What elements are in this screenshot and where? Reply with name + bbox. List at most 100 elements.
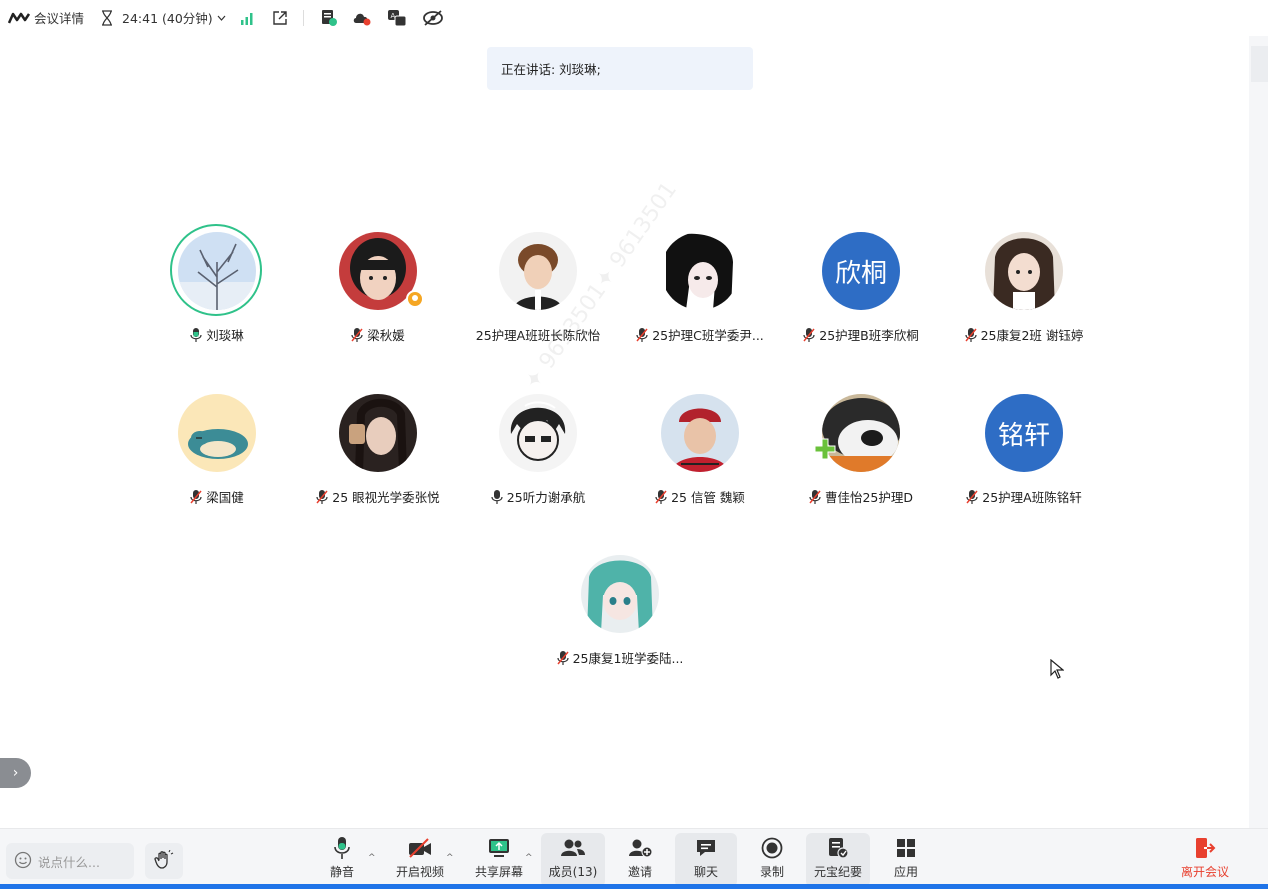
mic-muted-icon <box>557 650 569 665</box>
meeting-details-label: 会议详情 <box>34 11 85 26</box>
members-button[interactable]: 成员(13) <box>541 833 605 887</box>
mic-muted-icon <box>966 489 978 504</box>
participant-name: 25护理A班班长陈欣怡 <box>458 325 618 344</box>
side-panel-scrollbar[interactable] <box>1249 36 1268 828</box>
participant-tile[interactable]: 25护理A班班长陈欣怡 <box>458 226 618 346</box>
meeting-details-button[interactable]: 会议详情 <box>8 8 84 27</box>
share-link-icon[interactable] <box>272 10 288 26</box>
share-screen-button[interactable]: 共享屏幕 <box>468 833 530 887</box>
hourglass-icon <box>100 9 114 26</box>
mute-label: 静音 <box>329 865 354 879</box>
mute-options-caret[interactable]: ^ <box>368 853 376 863</box>
cloud-icon[interactable] <box>352 9 372 27</box>
mic-muted-icon <box>636 327 648 342</box>
leave-meeting-button[interactable]: 离开会议 <box>1170 833 1240 887</box>
participant-name: 梁秋媛 <box>298 325 458 344</box>
avatar-initials: 欣桐 <box>834 258 887 289</box>
active-speaker-banner: 正在讲话: 刘琰琳; <box>487 47 753 90</box>
mouse-pointer-icon <box>1050 658 1065 682</box>
video-options-caret[interactable]: ^ <box>446 853 454 863</box>
apps-label: 应用 <box>893 865 918 879</box>
start-video-button[interactable]: 开启视频 <box>389 833 451 887</box>
participant-tile[interactable]: 25 信管 魏颖 <box>620 388 780 508</box>
share-screen-label: 共享屏幕 <box>474 865 523 879</box>
avatar <box>178 232 256 310</box>
chat-placeholder: 说点什么... <box>38 854 100 870</box>
participant-tile[interactable]: 曹佳怡25护理D <box>781 388 941 508</box>
apps-grid-icon <box>896 833 916 863</box>
participant-tile[interactable]: 欣桐 25护理B班李欣桐 <box>781 226 941 346</box>
chevron-down-icon <box>217 15 226 21</box>
participant-name-label: 25听力谢承航 <box>506 490 586 505</box>
participant-tile[interactable]: 25护理C班学委尹... <box>620 226 780 346</box>
participant-name: 25 信管 魏颖 <box>620 487 780 506</box>
chat-label: 聊天 <box>693 865 718 879</box>
participant-tile[interactable]: 铭轩 25护理A班陈铭轩 <box>944 388 1104 508</box>
participant-name: 曹佳怡25护理D <box>781 487 941 506</box>
hidden-eye-icon[interactable] <box>422 10 444 26</box>
ai-notes-button[interactable]: 元宝纪要 <box>806 833 870 887</box>
avatar <box>499 232 577 310</box>
participant-tile[interactable]: 25 眼视光学委张悦 <box>298 388 458 508</box>
participant-name: 25康复2班 谢钰婷 <box>944 325 1104 344</box>
meeting-toolbar: 会议详情 24:41 (40分钟) A <box>0 0 1268 36</box>
invite-icon <box>628 833 652 863</box>
leave-meeting-label: 离开会议 <box>1180 865 1229 879</box>
participant-name-label: 25护理A班班长陈欣怡 <box>475 328 601 343</box>
participant-name-label: 25康复2班 谢钰婷 <box>980 328 1084 343</box>
avatar: 欣桐 <box>822 232 900 310</box>
invite-label: 邀请 <box>627 865 652 879</box>
avatar <box>339 394 417 472</box>
microphone-icon <box>333 833 351 863</box>
mic-on-icon <box>491 489 503 504</box>
mic-muted-icon <box>351 327 363 342</box>
participant-name: 刘琰琳 <box>137 325 297 344</box>
raise-hand-button[interactable] <box>145 843 183 879</box>
meeting-timer[interactable]: 24:41 (40分钟) <box>100 8 226 27</box>
avatar <box>581 555 659 633</box>
ai-notes-label: 元宝纪要 <box>813 865 862 879</box>
participant-tile[interactable]: 25康复2班 谢钰婷 <box>944 226 1104 346</box>
document-icon[interactable] <box>320 9 338 27</box>
apps-button[interactable]: 应用 <box>875 833 937 887</box>
signal-strength-icon[interactable] <box>240 11 254 25</box>
participant-name: 25护理A班陈铭轩 <box>944 487 1104 506</box>
participant-name-label: 梁国健 <box>206 490 244 505</box>
raise-hand-icon <box>154 849 174 873</box>
participant-tile[interactable]: 25听力谢承航 <box>458 388 618 508</box>
exit-icon <box>1194 833 1216 863</box>
participant-tile[interactable]: 梁国健 <box>137 388 297 508</box>
ai-notes-icon <box>827 833 849 863</box>
participant-tile[interactable]: 梁秋媛 <box>298 226 458 346</box>
chat-button[interactable]: 聊天 <box>675 833 737 887</box>
invite-button[interactable]: 邀请 <box>609 833 671 887</box>
video-off-icon <box>408 833 432 863</box>
members-label: 成员(13) <box>548 865 598 879</box>
participant-tile[interactable]: 刘琰琳 <box>137 224 297 346</box>
participant-tile[interactable]: 25康复1班学委陆... <box>540 549 700 669</box>
translate-icon[interactable]: A <box>387 9 407 27</box>
participant-name: 25护理C班学委尹... <box>620 325 780 344</box>
bottom-toolbar: 说点什么... 静音 ^ 开启视频 ^ 共享屏幕 ^ 成员(13) 邀请 聊天 … <box>0 828 1268 889</box>
participant-name: 25听力谢承航 <box>458 487 618 506</box>
participant-name-label: 曹佳怡25护理D <box>824 490 914 505</box>
avatar <box>499 394 577 472</box>
quick-chat-input[interactable]: 说点什么... <box>6 843 134 879</box>
mic-speaking-icon <box>190 327 202 342</box>
participant-name: 25护理B班李欣桐 <box>781 325 941 344</box>
timer-label: 24:41 (40分钟) <box>122 11 213 26</box>
mute-button[interactable]: 静音 <box>311 833 373 887</box>
taskbar-accent-line <box>0 884 1268 889</box>
record-label: 录制 <box>759 865 784 879</box>
expand-sidebar-button[interactable]: › <box>0 758 31 788</box>
participant-name: 梁国健 <box>137 487 297 506</box>
record-button[interactable]: 录制 <box>741 833 803 887</box>
share-options-caret[interactable]: ^ <box>525 853 533 863</box>
scrollbar-thumb[interactable] <box>1251 46 1268 82</box>
emoji-icon[interactable] <box>14 851 32 872</box>
record-icon <box>761 833 783 863</box>
toolbar-divider <box>303 10 304 26</box>
host-badge-icon <box>406 290 424 308</box>
mic-muted-icon <box>964 327 977 342</box>
participant-name-label: 25护理A班陈铭轩 <box>982 490 1082 505</box>
